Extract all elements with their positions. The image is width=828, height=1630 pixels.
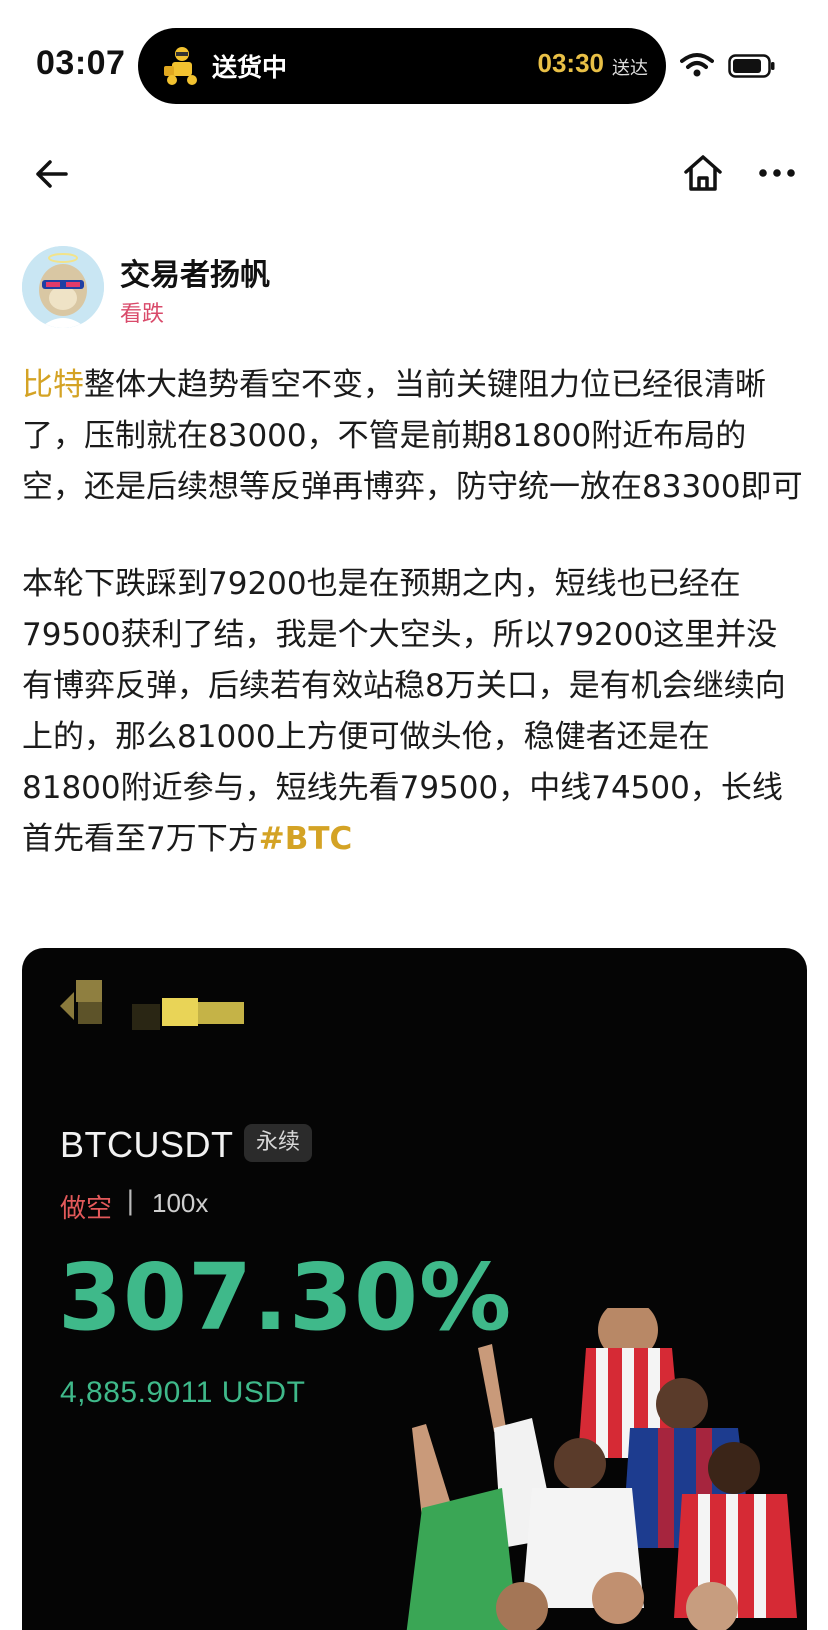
post-body: 比特整体大趋势看空不变，当前关键阻力位已经很清晰了，压制就在83000，不管是前… (22, 360, 806, 911)
blurred-logo-icon (60, 980, 244, 1030)
football-players-image (406, 1308, 797, 1630)
nav-bar (0, 140, 828, 210)
separator: | (126, 1186, 135, 1216)
leverage: 100x (152, 1188, 209, 1218)
dynamic-island[interactable]: 送货中 03:30 送达 (138, 28, 666, 104)
post-paragraph-1: 比特整体大趋势看空不变，当前关键阻力位已经很清晰了，压制就在83000，不管是前… (22, 360, 806, 513)
pnl-share-card[interactable]: BTCUSDT 永续 做空 | 100x 307.30% 4,885.9011 … (22, 948, 807, 1630)
coin-tag[interactable]: 比特 (22, 367, 84, 403)
pnl-amount: 4,885.9011 USDT (60, 1376, 306, 1409)
wifi-icon (680, 53, 714, 77)
delivery-eta-label: 送达 (612, 58, 648, 79)
ape-avatar-icon (22, 246, 104, 328)
battery-icon (728, 54, 775, 78)
more-icon[interactable] (756, 152, 798, 194)
avatar[interactable] (22, 246, 104, 328)
post-paragraph-2: 本轮下跌踩到79200也是在预期之内，短线也已经在79500获利了结，我是个大空… (22, 559, 806, 865)
trading-pair: BTCUSDT (60, 1124, 234, 1165)
back-arrow-icon[interactable] (32, 154, 72, 194)
position-side: 做空 (60, 1194, 113, 1224)
status-time: 03:07 (36, 44, 126, 82)
contract-type-badge: 永续 (244, 1124, 313, 1162)
delivery-status: 送货中 (212, 53, 288, 82)
delivery-eta: 03:30 (537, 48, 605, 78)
hashtag-btc[interactable]: #BTC (259, 821, 353, 857)
courier-icon (164, 47, 197, 85)
paragraph-2-text: 本轮下跌踩到79200也是在预期之内，短线也已经在79500获利了结，我是个大空… (22, 566, 786, 857)
paragraph-1-text: 整体大趋势看空不变，当前关键阻力位已经很清晰了，压制就在83000，不管是前期8… (22, 367, 803, 505)
author-header[interactable]: 交易者扬帆 看跌 (22, 246, 802, 330)
home-icon[interactable] (682, 152, 724, 194)
author-name[interactable]: 交易者扬帆 (120, 250, 270, 294)
sentiment-tag: 看跌 (120, 302, 165, 327)
status-bar: 03:07 送货中 03:30 送达 (0, 0, 828, 110)
